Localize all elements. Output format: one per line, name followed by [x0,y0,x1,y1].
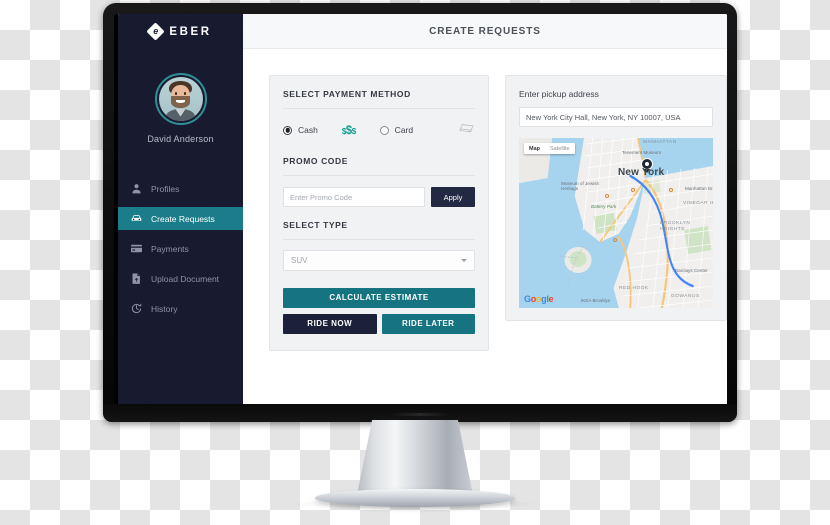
map-view[interactable]: Map Satellite MANHATTAN Tenement Museum … [519,138,713,308]
vehicle-type-select[interactable]: SUV [283,250,475,271]
user-avatar-photo-icon [158,77,203,121]
calculate-estimate-button[interactable]: CALCULATE ESTIMATE [283,287,475,308]
pickup-card: Enter pickup address New York City Hall,… [505,75,727,321]
ride-later-button[interactable]: RIDE LATER [381,313,475,334]
apply-promo-button[interactable]: Apply [431,187,475,207]
map-label: BROOKLYN HEIGHTS [660,221,691,232]
vehicle-type-value: SUV [291,256,308,265]
payment-section-title: SELECT PAYMENT METHOD [283,89,411,99]
map-label: IKEA Brooklyn [581,298,611,303]
type-section-title: SELECT TYPE [283,220,348,230]
cash-radio[interactable] [283,125,292,135]
application-window: e EBER David Anderson Profiles Create Re… [118,14,727,415]
sidebar-item-label: Payments [151,243,189,254]
brand-logo[interactable]: e EBER [118,14,243,49]
map-type-map[interactable]: Map [524,143,545,154]
workspace: SELECT PAYMENT METHOD Cash $$$ Card PROM… [243,49,727,415]
monitor-stand-neck [357,420,473,495]
credit-card-icon [131,243,142,254]
profile-name: David Anderson [147,134,214,144]
map-label: RED HOOK [619,286,649,291]
sidebar-item-upload-document[interactable]: Upload Document [118,267,243,290]
payment-option-cash[interactable]: Cash [283,125,318,135]
ride-now-button[interactable]: RIDE NOW [283,313,377,334]
car-icon [131,213,142,224]
monitor-bezel: e EBER David Anderson Profiles Create Re… [103,3,737,422]
sidebar-item-label: History [151,303,178,314]
person-icon [131,183,142,194]
map-label: Museum of Jewish Heritage [561,181,600,192]
document-upload-icon [131,273,142,284]
pickup-address-label: Enter pickup address [519,89,599,99]
promo-code-input[interactable] [283,187,425,207]
sidebar-item-label: Upload Document [151,273,220,284]
pickup-address-input[interactable] [519,107,713,127]
sidebar-item-payments[interactable]: Payments [118,237,243,260]
sidebar-item-label: Profiles [151,183,180,194]
map-label: MANHATTAN [643,140,677,145]
sidebar-item-profiles[interactable]: Profiles [118,177,243,200]
sidebar-item-label: Create Requests [151,213,215,224]
cash-label: Cash [298,125,318,135]
brand-name: EBER [169,25,212,38]
promo-code-row: Apply [270,176,488,207]
action-buttons: CALCULATE ESTIMATE RIDE NOW RIDE LATER [270,271,488,334]
dollar-signs-icon: $$$ [341,125,356,137]
map-label: Tenement Museum [622,150,662,155]
chevron-down-icon [461,259,467,262]
map-type-satellite[interactable]: Satellite [545,143,575,154]
card-label: Card [394,125,414,135]
map-label: Battery Park [591,204,617,209]
map-label: Manhattan Bri [685,186,713,191]
map-label: Barclays Center [675,268,708,273]
card-radio[interactable] [379,125,389,135]
sidebar-item-history[interactable]: History [118,297,243,320]
monitor-frame: e EBER David Anderson Profiles Create Re… [103,3,737,422]
map-label: New York [618,167,665,178]
map-label: VINEGAR HILL [683,201,713,206]
credit-card-outline-icon [458,121,475,139]
payment-option-card[interactable]: Card [379,125,414,135]
monitor-chin [103,404,737,422]
page-title: CREATE REQUESTS [429,25,541,37]
ride-buttons-row: RIDE NOW RIDE LATER [283,313,475,334]
monitor-chin-notch [391,413,449,416]
avatar[interactable] [154,73,207,125]
map-label: GOWANUS [671,294,700,299]
clock-history-icon [131,303,142,314]
sidebar-item-create-requests[interactable]: Create Requests [118,207,243,230]
promo-section-title: PROMO CODE [283,156,349,166]
topbar: CREATE REQUESTS [243,14,727,49]
profile-block: David Anderson [118,49,243,144]
map-type-control[interactable]: Map Satellite [524,143,575,154]
request-form-card: SELECT PAYMENT METHOD Cash $$$ Card PROM… [269,75,489,351]
eber-diamond-logo-icon: e [146,22,166,41]
vehicle-type-select-wrap: SUV [270,240,488,271]
payment-method-options: Cash $$$ Card [270,109,488,143]
monitor-screen: e EBER David Anderson Profiles Create Re… [118,14,727,415]
sidebar: e EBER David Anderson Profiles Create Re… [118,14,243,415]
sidebar-nav: Profiles Create Requests Payments Upload… [118,177,243,320]
main-content: CREATE REQUESTS SELECT PAYMENT METHOD Ca… [243,14,727,415]
monitor-stand-base [315,489,515,507]
google-logo: Google [524,294,554,304]
